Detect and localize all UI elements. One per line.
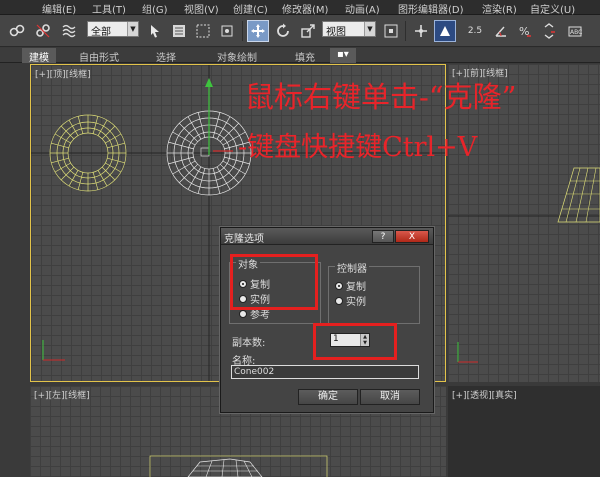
bind-spacewarp-icon[interactable] (58, 20, 80, 42)
radio-selected-icon (239, 279, 247, 288)
controller-instance-label: 实例 (346, 297, 366, 308)
menu-edit[interactable]: 编辑(E) (42, 1, 76, 16)
window-crossing-icon[interactable] (216, 20, 238, 42)
selection-filter-dropdown[interactable]: 全部 ▼ (87, 21, 139, 38)
spinner-snap-icon[interactable] (538, 20, 560, 42)
select-rotate-icon[interactable] (272, 20, 294, 42)
selection-filter-value: 全部 (91, 27, 111, 38)
snap-icon[interactable] (434, 20, 456, 42)
copies-value: 1 (333, 334, 339, 344)
tab-modeling[interactable]: 建模 (22, 48, 56, 64)
angle-snap-icon[interactable] (490, 20, 512, 42)
object-reference-radio[interactable]: 参考 (239, 306, 270, 321)
menu-tools[interactable]: 工具(T) (92, 1, 126, 16)
controller-group-title: 控制器 (335, 260, 369, 275)
controller-instance-radio[interactable]: 实例 (335, 293, 366, 308)
toolbar-separator (242, 21, 243, 41)
chevron-down-icon: ▼ (364, 22, 375, 36)
copies-spinner[interactable]: 1 ▲ ▼ (330, 333, 370, 347)
menu-rendering[interactable]: 渲染(R) (482, 1, 517, 16)
chevron-down-icon: ▪▾ (337, 49, 349, 60)
link-icon[interactable] (6, 20, 28, 42)
reference-coordinate-dropdown[interactable]: 视图 ▼ (322, 21, 376, 38)
unlink-icon[interactable] (32, 20, 54, 42)
object-instance-label: 实例 (250, 295, 270, 306)
menu-create[interactable]: 创建(C) (233, 1, 268, 16)
max-application-window: 编辑(E) 工具(T) 组(G) 视图(V) 创建(C) 修改器(M) 动画(A… (0, 0, 600, 477)
close-button[interactable]: X (395, 230, 429, 243)
object-reference-label: 参考 (250, 310, 270, 321)
main-toolbar: 全部 ▼ 视图 ▼ 2.5 % ABC (0, 15, 600, 47)
svg-text:ABC: ABC (570, 29, 582, 36)
copies-label: 副本数: (232, 338, 266, 349)
radio-unselected-icon (239, 294, 247, 303)
world-axis-icon (457, 342, 478, 363)
ok-button[interactable]: 确定 (298, 389, 358, 405)
menu-animation[interactable]: 动画(A) (345, 1, 380, 16)
help-button[interactable]: ? (372, 230, 394, 243)
select-by-name-icon[interactable] (168, 20, 190, 42)
select-object-icon[interactable] (144, 20, 166, 42)
rect-region-icon[interactable] (192, 20, 214, 42)
cancel-button[interactable]: 取消 (360, 389, 420, 405)
select-scale-icon[interactable] (297, 20, 319, 42)
snap-toggle-button[interactable]: 2.5 (462, 20, 488, 42)
ribbon-tab-bar: 建模 自由形式 选择 对象绘制 填充 ▪▾ (0, 48, 600, 64)
world-axis-icon (42, 340, 65, 361)
name-field[interactable]: Cone002 (231, 365, 419, 379)
menu-modifiers[interactable]: 修改器(M) (282, 1, 328, 16)
gizmo-y-arrow (205, 78, 213, 87)
select-move-icon[interactable] (247, 20, 269, 42)
menu-group[interactable]: 组(G) (142, 1, 168, 16)
radio-unselected-icon (335, 296, 343, 305)
radio-unselected-icon (239, 309, 247, 318)
viewport-label-perspective[interactable]: [+][透视][真实] (452, 388, 517, 401)
menu-graph-editors[interactable]: 图形编辑器(D) (398, 1, 464, 16)
radio-selected-icon (335, 281, 343, 290)
ribbon-options-button[interactable]: ▪▾ (330, 48, 356, 63)
menu-views[interactable]: 视图(V) (184, 1, 219, 16)
reference-coordinate-value: 视图 (326, 27, 346, 38)
object-copy-label: 复制 (250, 280, 270, 291)
manipulate-icon[interactable] (410, 20, 432, 42)
controller-copy-label: 复制 (346, 282, 366, 293)
percent-snap-icon[interactable]: % (514, 20, 536, 42)
dialog-title-bar[interactable]: 克隆选项 ? X (221, 228, 433, 245)
viewport-perspective[interactable]: [+][透视][真实] (448, 386, 600, 477)
tab-freeform[interactable]: 自由形式 (72, 48, 126, 64)
object-instance-radio[interactable]: 实例 (239, 291, 270, 306)
controller-copy-radio[interactable]: 复制 (335, 278, 366, 293)
dialog-title: 克隆选项 (224, 234, 264, 245)
object-copy-radio[interactable]: 复制 (239, 276, 270, 291)
edit-named-selection-icon[interactable]: ABC (564, 20, 586, 42)
toolbar-separator (405, 21, 406, 41)
help-icon: ? (380, 232, 386, 242)
object-group-title: 对象 (236, 256, 260, 271)
pivot-icon[interactable] (380, 20, 402, 42)
spinner-arrows-icon[interactable]: ▲ ▼ (360, 334, 369, 346)
close-icon: X (408, 232, 416, 242)
chevron-down-icon: ▼ (127, 22, 138, 36)
tab-selection[interactable]: 选择 (149, 48, 183, 64)
tab-populate[interactable]: 填充 (288, 48, 322, 64)
tab-object-paint[interactable]: 对象绘制 (210, 48, 264, 64)
menu-customize[interactable]: 自定义(U) (530, 1, 575, 16)
viewport-left-gutter (0, 64, 28, 477)
annotation-right-click-clone: 鼠标右键单击-“克隆” (245, 80, 517, 114)
snap-dimension-label: 2.5 (467, 26, 483, 36)
annotation-shortcut-ctrl-v: -键盘快捷键Ctrl+V (238, 132, 478, 163)
menu-bar: 编辑(E) 工具(T) 组(G) 视图(V) 创建(C) 修改器(M) 动画(A… (0, 0, 600, 16)
